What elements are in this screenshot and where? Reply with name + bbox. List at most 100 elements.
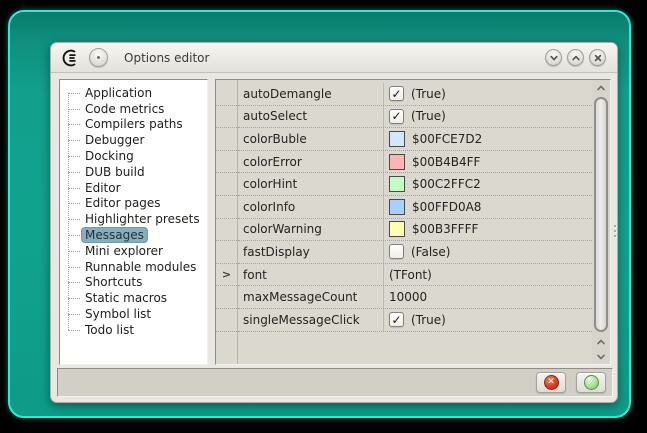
property-row-autoSelect[interactable]: autoSelect ✓ (True) [238,106,592,129]
property-row-font[interactable]: font (TFont) [238,264,592,287]
property-value[interactable]: (True) [411,313,446,327]
titlebar[interactable]: Options editor [51,43,617,73]
property-value-cell[interactable]: 10000 [383,286,592,308]
sidebar-item-docking[interactable]: Docking [60,148,207,164]
gutter-cell [216,286,237,309]
property-name[interactable]: colorWarning [238,219,383,241]
property-value-cell[interactable]: (TFont) [383,264,592,286]
property-name[interactable]: font [238,264,383,286]
color-swatch[interactable] [389,131,405,147]
grid-rows: autoDemangle ✓(True) autoSelect ✓(True) … [238,80,592,364]
property-name[interactable]: colorBuble [238,128,383,150]
sidebar-item-shortcuts[interactable]: Shortcuts [60,275,207,291]
cancel-button[interactable]: ✕ [536,372,566,393]
sidebar-item-todo-list[interactable]: Todo list [60,322,207,338]
property-row-colorHint[interactable]: colorHint $00C2FFC2 [238,173,592,196]
gutter-cell [216,151,237,174]
property-value[interactable]: $00B3FFFF [412,222,478,236]
window-edge-grip[interactable] [614,225,616,237]
property-name[interactable]: colorHint [238,173,383,195]
property-name[interactable]: fastDisplay [238,241,383,263]
property-row-colorWarning[interactable]: colorWarning $00B3FFFF [238,219,592,242]
property-name[interactable]: autoSelect [238,106,383,128]
property-value-cell[interactable]: ✓ (True) [383,106,592,128]
property-value-cell[interactable]: $00C2FFC2 [383,173,592,195]
chevron-up-icon [571,53,581,63]
property-name[interactable]: maxMessageCount [238,286,383,308]
sidebar-item-runnable-modules[interactable]: Runnable modules [60,259,207,275]
checkbox-unchecked-icon[interactable] [389,244,404,259]
scroll-thumb[interactable] [594,97,608,332]
sidebar-item-editor-pages[interactable]: Editor pages [60,196,207,212]
sidebar-item-label: Runnable modules [82,260,199,274]
sidebar-item-label: DUB build [82,165,148,179]
shade-button[interactable] [545,49,562,66]
scroll-down-button[interactable] [592,349,610,364]
sidebar-item-mini-explorer[interactable]: Mini explorer [60,243,207,259]
sidebar-item-messages[interactable]: Messages [60,227,207,243]
property-value[interactable]: 10000 [389,290,427,304]
color-swatch[interactable] [389,221,405,237]
chevron-up-icon [596,338,606,346]
scroll-up-button-2[interactable] [592,334,610,349]
property-row-autoDemangle[interactable]: autoDemangle ✓ (True) [238,83,592,106]
property-value-cell[interactable]: $00B3FFFF [383,219,592,241]
property-row-fastDisplay[interactable]: fastDisplay (False) [238,241,592,264]
color-swatch[interactable] [389,154,405,170]
property-value[interactable]: $00C2FFC2 [412,177,481,191]
property-value-cell[interactable]: ✓ (True) [383,309,592,331]
property-row-colorError[interactable]: colorError $00B4B4FF [238,151,592,174]
property-value[interactable]: $00FCE7D2 [412,132,482,146]
grid-vertical-scrollbar[interactable] [592,80,610,364]
window-menu-button[interactable] [89,48,108,67]
checkbox-checked-icon[interactable]: ✓ [389,312,404,327]
sidebar-item-editor[interactable]: Editor [60,180,207,196]
scroll-track[interactable] [592,95,610,334]
property-value-cell[interactable]: $00FCE7D2 [383,128,592,150]
sidebar-item-static-macros[interactable]: Static macros [60,290,207,306]
accept-check-icon: ✓ [584,375,599,390]
property-value[interactable]: (False) [411,245,451,259]
color-swatch[interactable] [389,199,405,215]
sidebar-item-symbol-list[interactable]: Symbol list [60,306,207,322]
property-value-cell[interactable]: $00FFD0A8 [383,196,592,218]
close-button[interactable] [589,49,606,66]
color-swatch[interactable] [389,176,405,192]
property-value-cell[interactable]: (False) [383,241,592,263]
sidebar-item-label: Editor [82,181,124,195]
property-value[interactable]: (True) [411,109,446,123]
accept-button[interactable]: ✓ [576,372,606,393]
sidebar-item-dub-build[interactable]: DUB build [60,164,207,180]
property-row-colorInfo[interactable]: colorInfo $00FFD0A8 [238,196,592,219]
checkbox-checked-icon[interactable]: ✓ [389,109,404,124]
checkbox-checked-icon[interactable]: ✓ [389,86,404,101]
property-value-cell[interactable]: ✓ (True) [383,83,592,105]
unshade-button[interactable] [567,49,584,66]
property-name[interactable]: singleMessageClick [238,309,383,331]
gutter-cell [216,219,237,242]
property-value-cell[interactable]: $00B4B4FF [383,151,592,173]
property-value[interactable]: $00B4B4FF [412,155,480,169]
property-value[interactable]: (TFont) [389,268,432,282]
window-menu-dot-icon [97,56,100,59]
sidebar-item-debugger[interactable]: Debugger [60,132,207,148]
property-name[interactable]: autoDemangle [238,83,383,105]
scroll-up-button[interactable] [592,80,610,95]
property-row-colorBuble[interactable]: colorBuble $00FCE7D2 [238,128,592,151]
sidebar-item-application[interactable]: Application [60,85,207,101]
sidebar-item-label: Debugger [82,133,147,147]
selected-row-marker: > [216,264,237,287]
property-value[interactable]: (True) [411,87,446,101]
property-row-singleMessageClick[interactable]: singleMessageClick ✓ (True) [238,309,592,332]
property-row-maxMessageCount[interactable]: maxMessageCount 10000 [238,286,592,309]
property-value[interactable]: $00FFD0A8 [412,200,481,214]
property-name[interactable]: colorInfo [238,196,383,218]
gutter-cell [216,196,237,219]
statusbar: ✕✓ [57,368,613,397]
coedit-logo-icon [62,49,80,67]
sidebar-item-highlighter-presets[interactable]: Highlighter presets [60,211,207,227]
close-icon [593,53,603,63]
sidebar-item-compilers-paths[interactable]: Compilers paths [60,117,207,133]
property-name[interactable]: colorError [238,151,383,173]
sidebar-item-code-metrics[interactable]: Code metrics [60,101,207,117]
